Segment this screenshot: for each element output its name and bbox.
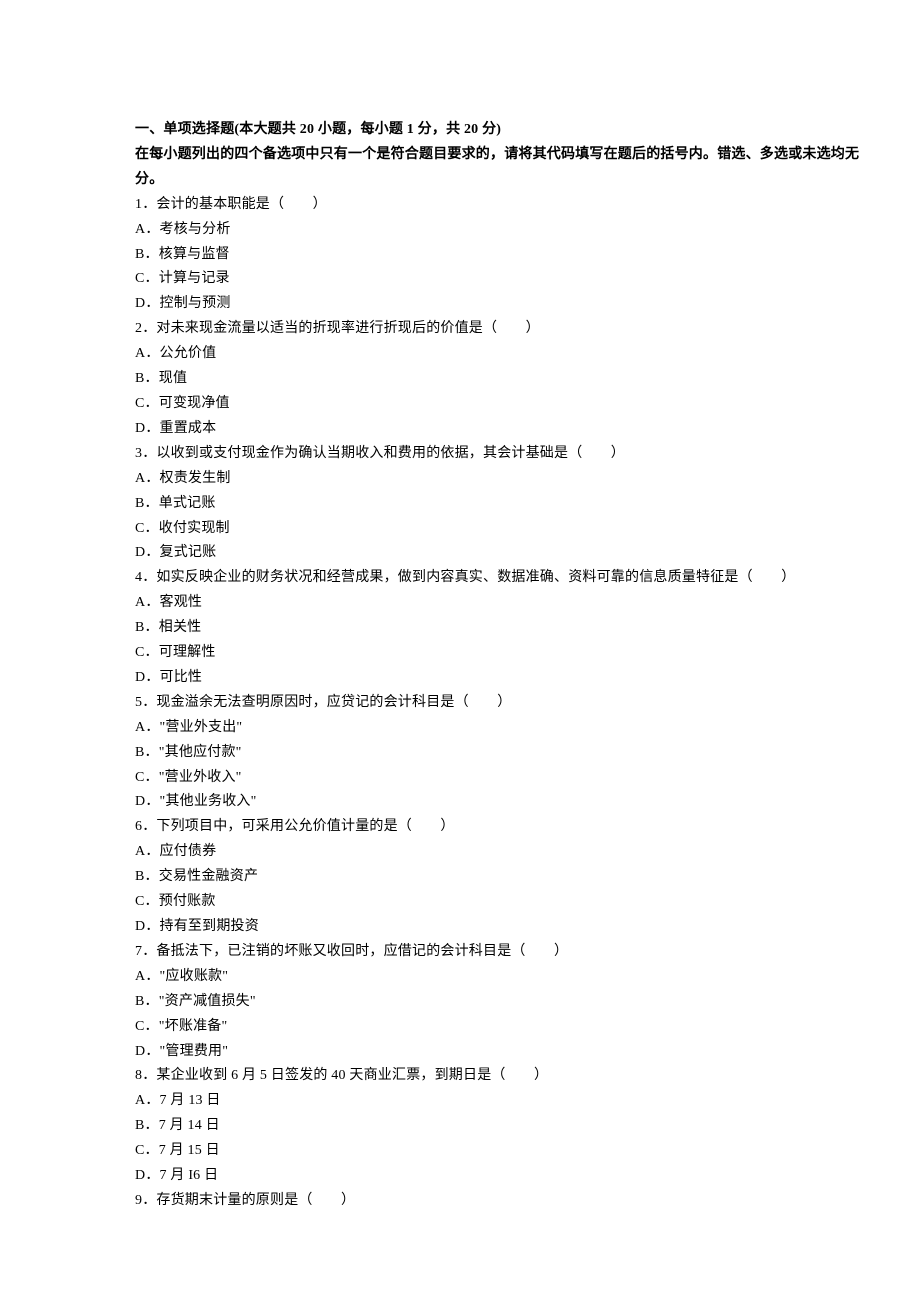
question-block: 5．现金溢余无法查明原因时，应贷记的会计科目是（ ） A．"营业外支出" B．"… <box>135 691 860 816</box>
question-text: 3．以收到或支付现金作为确认当期收入和费用的依据，其会计基础是（ ） <box>135 442 860 467</box>
question-option: D．"管理费用" <box>135 1040 860 1065</box>
question-option: D．重置成本 <box>135 417 860 442</box>
question-text: 6．下列项目中，可采用公允价值计量的是（ ） <box>135 815 860 840</box>
question-option: B．交易性金融资产 <box>135 865 860 890</box>
question-option: A．应付债券 <box>135 840 860 865</box>
question-block: 9．存货期末计量的原则是（ ） <box>135 1189 860 1214</box>
question-option: A．"营业外支出" <box>135 716 860 741</box>
section-title: 一、单项选择题(本大题共 20 小题，每小题 1 分，共 20 分) <box>135 118 860 143</box>
question-option: A．7 月 13 日 <box>135 1089 860 1114</box>
question-option: C．"坏账准备" <box>135 1015 860 1040</box>
question-option: D．可比性 <box>135 666 860 691</box>
question-option: B．7 月 14 日 <box>135 1114 860 1139</box>
question-option: D．"其他业务收入" <box>135 790 860 815</box>
question-text: 7．备抵法下，已注销的坏账又收回时，应借记的会计科目是（ ） <box>135 940 860 965</box>
question-option: A．"应收账款" <box>135 965 860 990</box>
question-option: C．7 月 15 日 <box>135 1139 860 1164</box>
question-option: A．客观性 <box>135 591 860 616</box>
question-option: C．收付实现制 <box>135 517 860 542</box>
question-block: 2．对未来现金流量以适当的折现率进行折现后的价值是（ ） A．公允价值 B．现值… <box>135 317 860 442</box>
question-block: 7．备抵法下，已注销的坏账又收回时，应借记的会计科目是（ ） A．"应收账款" … <box>135 940 860 1065</box>
question-block: 3．以收到或支付现金作为确认当期收入和费用的依据，其会计基础是（ ） A．权责发… <box>135 442 860 567</box>
question-text: 9．存货期末计量的原则是（ ） <box>135 1189 860 1214</box>
question-option: C．预付账款 <box>135 890 860 915</box>
question-option: B．相关性 <box>135 616 860 641</box>
question-text: 1．会计的基本职能是（ ） <box>135 193 860 218</box>
question-text: 8．某企业收到 6 月 5 日签发的 40 天商业汇票，到期日是（ ） <box>135 1064 860 1089</box>
question-block: 1．会计的基本职能是（ ） A．考核与分析 B．核算与监督 C．计算与记录 D．… <box>135 193 860 318</box>
question-option: B．现值 <box>135 367 860 392</box>
question-option: B．"其他应付款" <box>135 741 860 766</box>
question-option: D．7 月 I6 日 <box>135 1164 860 1189</box>
question-option: B．核算与监督 <box>135 243 860 268</box>
question-block: 6．下列项目中，可采用公允价值计量的是（ ） A．应付债券 B．交易性金融资产 … <box>135 815 860 940</box>
question-option: D．控制与预测 <box>135 292 860 317</box>
section-instruction: 在每小题列出的四个备选项中只有一个是符合题目要求的，请将其代码填写在题后的括号内… <box>135 143 860 193</box>
question-option: D．持有至到期投资 <box>135 915 860 940</box>
question-option: C．可理解性 <box>135 641 860 666</box>
question-option: B．单式记账 <box>135 492 860 517</box>
question-option: A．考核与分析 <box>135 218 860 243</box>
question-option: C．可变现净值 <box>135 392 860 417</box>
question-text: 5．现金溢余无法查明原因时，应贷记的会计科目是（ ） <box>135 691 860 716</box>
question-option: A．公允价值 <box>135 342 860 367</box>
question-option: A．权责发生制 <box>135 467 860 492</box>
question-option: C．"营业外收入" <box>135 766 860 791</box>
document-page: 一、单项选择题(本大题共 20 小题，每小题 1 分，共 20 分) 在每小题列… <box>0 0 920 1274</box>
question-text: 4．如实反映企业的财务状况和经营成果，做到内容真实、数据准确、资料可靠的信息质量… <box>135 566 860 591</box>
question-block: 4．如实反映企业的财务状况和经营成果，做到内容真实、数据准确、资料可靠的信息质量… <box>135 566 860 691</box>
question-block: 8．某企业收到 6 月 5 日签发的 40 天商业汇票，到期日是（ ） A．7 … <box>135 1064 860 1189</box>
question-option: C．计算与记录 <box>135 267 860 292</box>
section-title-detail: (本大题共 20 小题，每小题 1 分，共 20 分) <box>234 122 501 137</box>
section-title-prefix: 一、单项选择题 <box>135 122 234 137</box>
question-text: 2．对未来现金流量以适当的折现率进行折现后的价值是（ ） <box>135 317 860 342</box>
question-option: B．"资产减值损失" <box>135 990 860 1015</box>
question-option: D．复式记账 <box>135 541 860 566</box>
